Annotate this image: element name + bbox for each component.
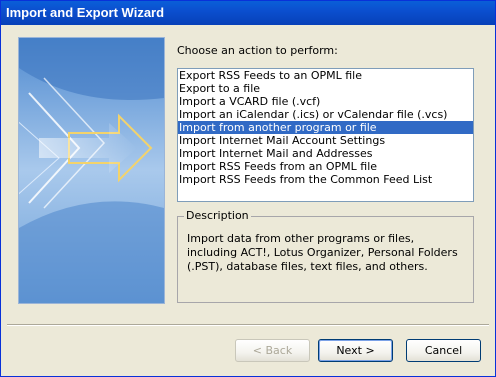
list-item[interactable]: Import Internet Mail Account Settings bbox=[178, 134, 473, 147]
next-button[interactable]: Next > bbox=[318, 339, 393, 362]
action-listbox[interactable]: Export RSS Feeds to an OPML file Export … bbox=[177, 68, 474, 202]
cancel-button[interactable]: Cancel bbox=[406, 339, 481, 362]
back-button[interactable]: < Back bbox=[235, 339, 310, 362]
list-item-selected[interactable]: Import from another program or file bbox=[178, 121, 473, 134]
list-item[interactable]: Export RSS Feeds to an OPML file bbox=[178, 69, 473, 82]
description-text: Import data from other programs or files… bbox=[187, 232, 458, 273]
list-item[interactable]: Export to a file bbox=[178, 82, 473, 95]
wizard-art-icon bbox=[18, 37, 165, 304]
list-item[interactable]: Import a VCARD file (.vcf) bbox=[178, 95, 473, 108]
description-groupbox: Description Import data from other progr… bbox=[177, 209, 474, 303]
list-item[interactable]: Import RSS Feeds from an OPML file bbox=[178, 160, 473, 173]
description-legend: Description bbox=[184, 209, 251, 222]
separator bbox=[7, 324, 489, 326]
list-item[interactable]: Import RSS Feeds from the Common Feed Li… bbox=[178, 173, 473, 186]
title-bar[interactable]: Import and Export Wizard bbox=[1, 1, 495, 25]
window-title: Import and Export Wizard bbox=[6, 5, 165, 20]
wizard-dialog: Import and Export Wizard Choose an actio… bbox=[0, 0, 496, 377]
action-prompt-label: Choose an action to perform: bbox=[177, 44, 338, 57]
list-item[interactable]: Import Internet Mail and Addresses bbox=[178, 147, 473, 160]
list-item[interactable]: Import an iCalendar (.ics) or vCalendar … bbox=[178, 108, 473, 121]
